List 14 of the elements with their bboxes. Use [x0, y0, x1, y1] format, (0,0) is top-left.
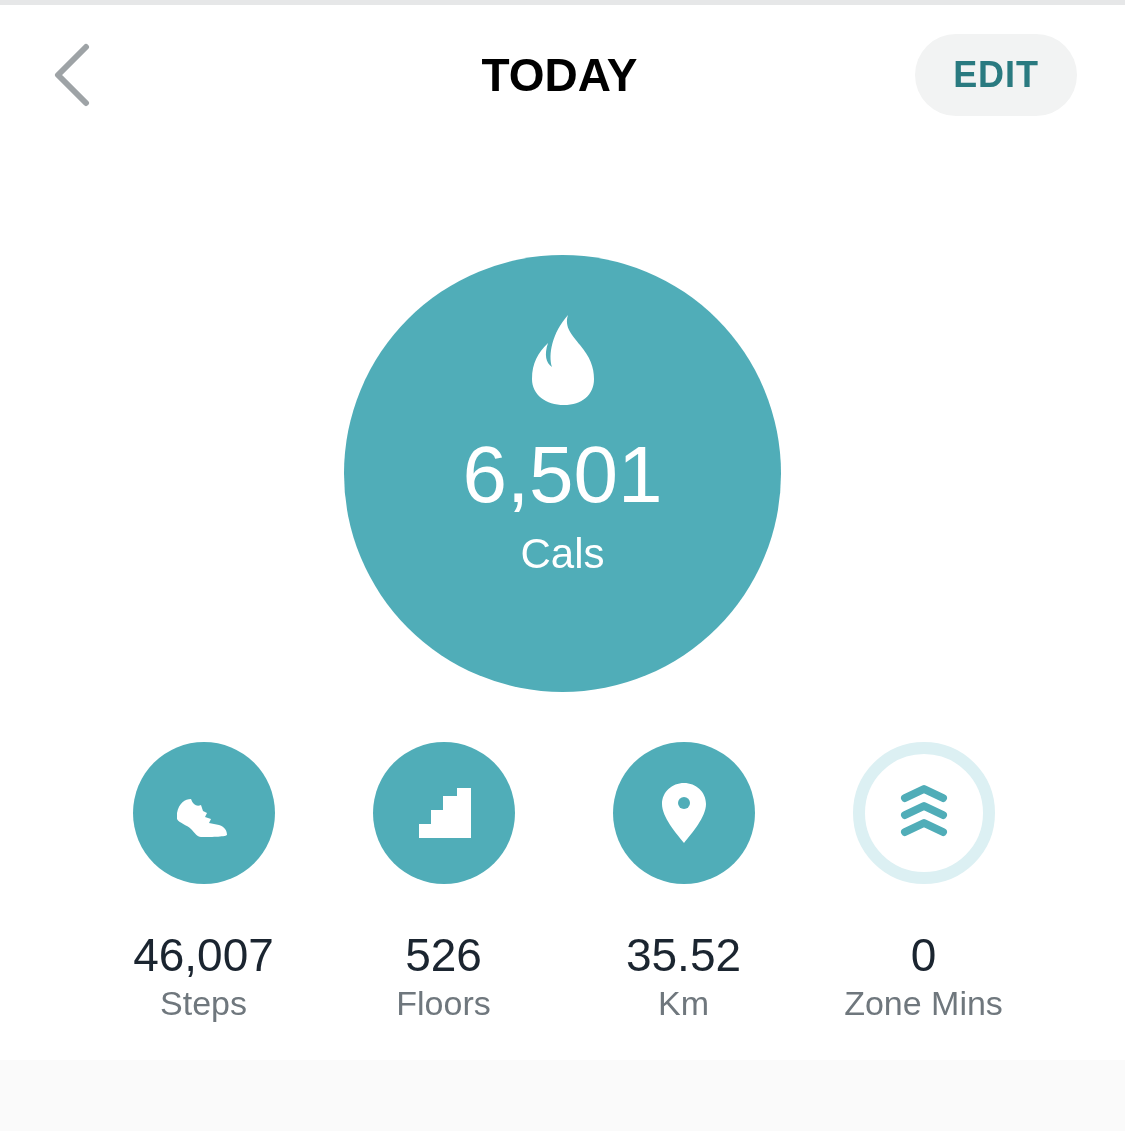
- edit-button[interactable]: EDIT: [915, 34, 1077, 116]
- stat-value: 526: [405, 932, 482, 978]
- stat-label: Zone Mins: [844, 986, 1003, 1020]
- page-title: TODAY: [481, 47, 638, 103]
- calories-value: 6,501: [462, 435, 663, 515]
- stat-value: 35.52: [625, 932, 742, 978]
- stairs-icon: [416, 786, 471, 840]
- location-pin-icon: [659, 781, 708, 845]
- stat-label: Km: [658, 986, 709, 1020]
- stat-label: Steps: [160, 986, 247, 1020]
- calories-label: Cals: [520, 533, 605, 575]
- stat-value: 46,007: [133, 932, 274, 978]
- stat-value: 0: [910, 932, 937, 978]
- stat-label: Floors: [396, 986, 491, 1020]
